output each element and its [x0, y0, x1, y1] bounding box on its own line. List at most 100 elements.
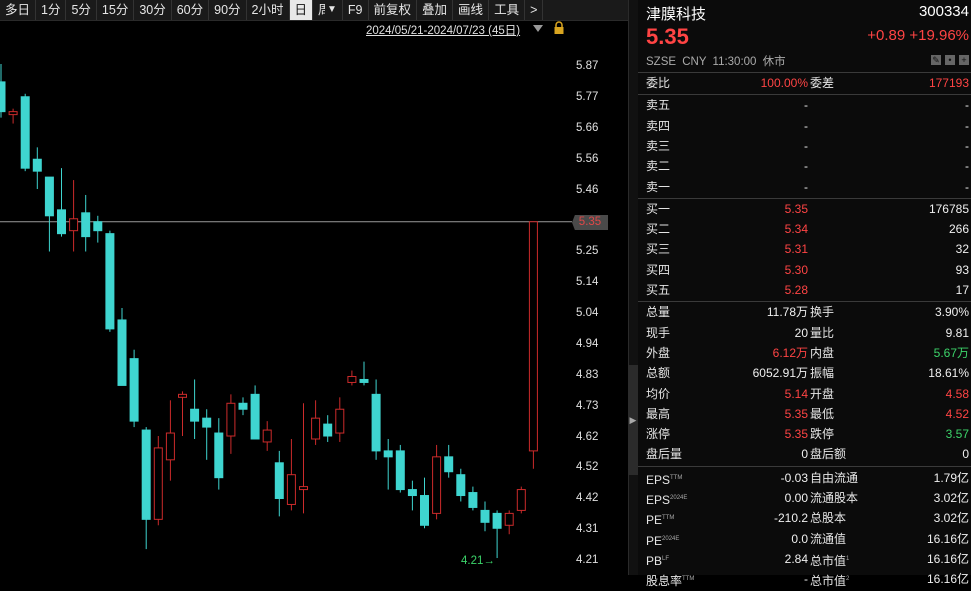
period-button-5[interactable]: 60分 [172, 0, 210, 20]
candle[interactable] [347, 370, 357, 386]
row-value-2: 32 [955, 242, 969, 257]
range-dropdown-icon[interactable] [533, 25, 543, 32]
period-button-0[interactable]: 多日 [0, 0, 37, 20]
candle[interactable] [129, 349, 139, 428]
ask-row: 卖三 - - [638, 136, 971, 156]
candle-body [44, 176, 54, 217]
y-tick-label: 5.25 [576, 245, 599, 258]
candle[interactable] [480, 501, 490, 532]
candle[interactable] [407, 480, 417, 511]
candle[interactable] [190, 379, 200, 439]
row-value-2: - [965, 98, 969, 113]
candle[interactable] [528, 221, 538, 469]
candle[interactable] [117, 308, 127, 386]
candle[interactable] [202, 409, 212, 460]
candle[interactable] [323, 415, 333, 442]
pin-icon[interactable]: • [945, 55, 955, 65]
candle[interactable] [395, 444, 405, 493]
candle[interactable] [226, 394, 236, 454]
candle[interactable] [69, 180, 79, 252]
candle[interactable] [274, 450, 284, 517]
candle[interactable] [359, 361, 369, 386]
period-button-3[interactable]: 15分 [97, 0, 135, 20]
row-label-2: 盘后额 [810, 447, 847, 462]
bid-row: 买四 5.30 93 [638, 260, 971, 280]
candle[interactable] [32, 147, 42, 190]
row-value: 5.28 [784, 283, 808, 297]
period-button-15[interactable]: > [525, 0, 544, 20]
period-button-12[interactable]: 叠加 [417, 0, 454, 20]
add-icon[interactable]: + [959, 55, 969, 65]
period-button-14[interactable]: 工具 [489, 0, 526, 20]
candle[interactable] [420, 477, 429, 529]
row-value-2: 0 [962, 447, 969, 462]
y-tick-label: 4.62 [576, 430, 599, 443]
candle-body [129, 358, 139, 422]
y-tick-label: 5.66 [576, 121, 599, 134]
period-button-10[interactable]: F9 [343, 0, 369, 20]
chart-canvas[interactable] [0, 36, 628, 575]
collapse-panel-icon[interactable]: ▶ [628, 365, 638, 475]
row-label-2: 总市值2 [810, 574, 850, 589]
candle[interactable] [262, 421, 272, 451]
candle[interactable] [0, 64, 6, 118]
candle[interactable] [468, 486, 478, 511]
candle[interactable] [178, 391, 187, 437]
row-value-2: 16.16亿 [926, 551, 969, 566]
candle[interactable] [299, 403, 308, 514]
stock-name: 津膜科技 [646, 6, 707, 23]
row-label-2: 量比 [810, 325, 835, 340]
stat-row: 外盘 6.12万 内盘 5.67万 [638, 343, 971, 363]
candle[interactable] [8, 108, 18, 124]
lock-icon[interactable] [553, 21, 565, 35]
candle[interactable] [492, 510, 502, 559]
row-value: 0.00 [784, 491, 808, 505]
y-tick-label: 4.31 [576, 523, 599, 536]
period-button-1[interactable]: 1分 [36, 0, 67, 20]
candle[interactable] [93, 215, 103, 243]
candle[interactable] [165, 400, 175, 481]
candle[interactable] [444, 444, 454, 478]
candlestick-chart[interactable] [0, 36, 628, 575]
candle-body [81, 212, 91, 238]
row-value-2: 17 [955, 283, 969, 297]
candle[interactable] [214, 418, 224, 490]
edit-icon[interactable]: ✎ [931, 55, 941, 65]
candle[interactable] [311, 400, 321, 445]
candle[interactable] [432, 444, 442, 520]
candle[interactable] [504, 510, 514, 535]
row-label-2: 流通股本 [810, 491, 859, 505]
candle[interactable] [44, 176, 54, 252]
row-label-2: 总市值1 [810, 553, 850, 568]
candle[interactable] [141, 427, 151, 550]
candle[interactable] [20, 93, 30, 172]
period-button-8[interactable]: 日 [289, 0, 314, 20]
candle[interactable] [105, 230, 115, 332]
period-button-9[interactable]: 周 ▼ [313, 0, 343, 20]
label-superscript: TTM [662, 515, 675, 522]
candle[interactable] [456, 468, 466, 502]
candle-body [359, 378, 369, 383]
candle[interactable] [335, 397, 345, 442]
period-button-13[interactable]: 画线 [453, 0, 490, 20]
candle[interactable] [81, 194, 91, 252]
row-label: 卖三 [646, 138, 671, 153]
candle-body [299, 486, 308, 491]
period-button-11[interactable]: 前复权 [369, 0, 418, 20]
y-tick-label: 5.04 [576, 307, 599, 319]
candle[interactable] [153, 436, 163, 526]
candle[interactable] [250, 385, 260, 440]
row-label: PETTM [646, 513, 675, 528]
row-value-2: - [965, 179, 969, 194]
candle[interactable] [286, 438, 296, 511]
candle[interactable] [383, 438, 393, 490]
candle[interactable] [516, 486, 526, 514]
period-button-2[interactable]: 5分 [66, 0, 97, 20]
period-button-6[interactable]: 90分 [209, 0, 247, 20]
period-button-4[interactable]: 30分 [134, 0, 172, 20]
candle[interactable] [57, 168, 66, 237]
period-button-7[interactable]: 2小时 [247, 0, 290, 20]
quote-panel: 津膜科技 300334 5.35 +0.89 +19.96% SZSE CNY … [638, 0, 971, 588]
candle[interactable] [371, 379, 381, 460]
candle[interactable] [238, 397, 248, 416]
